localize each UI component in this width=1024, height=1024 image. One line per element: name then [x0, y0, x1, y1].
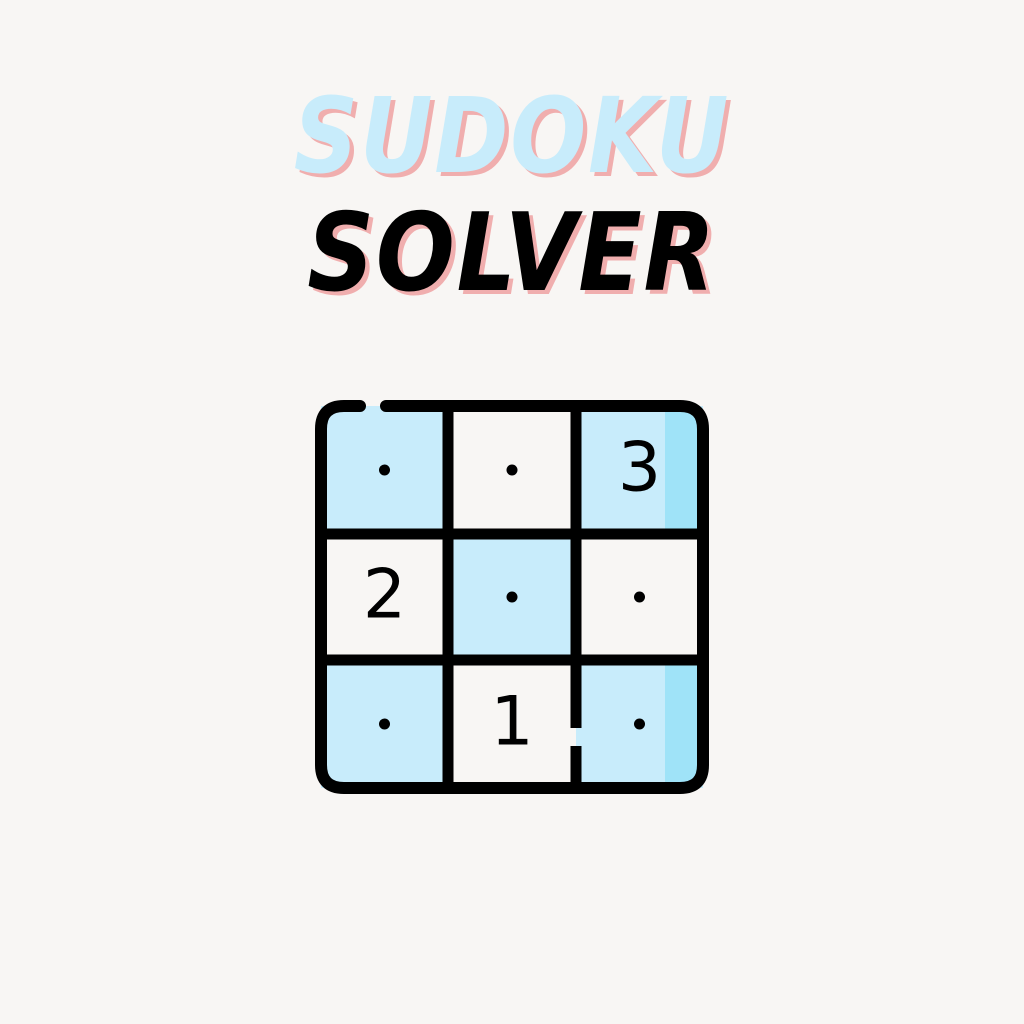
grid-cell-dot-5: [506, 591, 518, 603]
title-solver: SOLVER: [307, 191, 717, 316]
grid-cell-dot-6: [634, 591, 645, 603]
grid-cell-dot-1: [379, 464, 390, 476]
grid-cell-digit-3: 3: [618, 429, 661, 508]
grid-cell-dot-9: [634, 718, 645, 730]
grid-cell-dot-2: [506, 464, 518, 476]
sudoku-grid-icon: 3 2 1: [315, 400, 709, 794]
grid-cell-digit-8: 1: [490, 683, 533, 762]
grid-cell-digit-4: 2: [363, 556, 406, 635]
title-sudoku: SUDOKU: [293, 75, 731, 197]
grid-cell-dot-7: [379, 718, 390, 730]
